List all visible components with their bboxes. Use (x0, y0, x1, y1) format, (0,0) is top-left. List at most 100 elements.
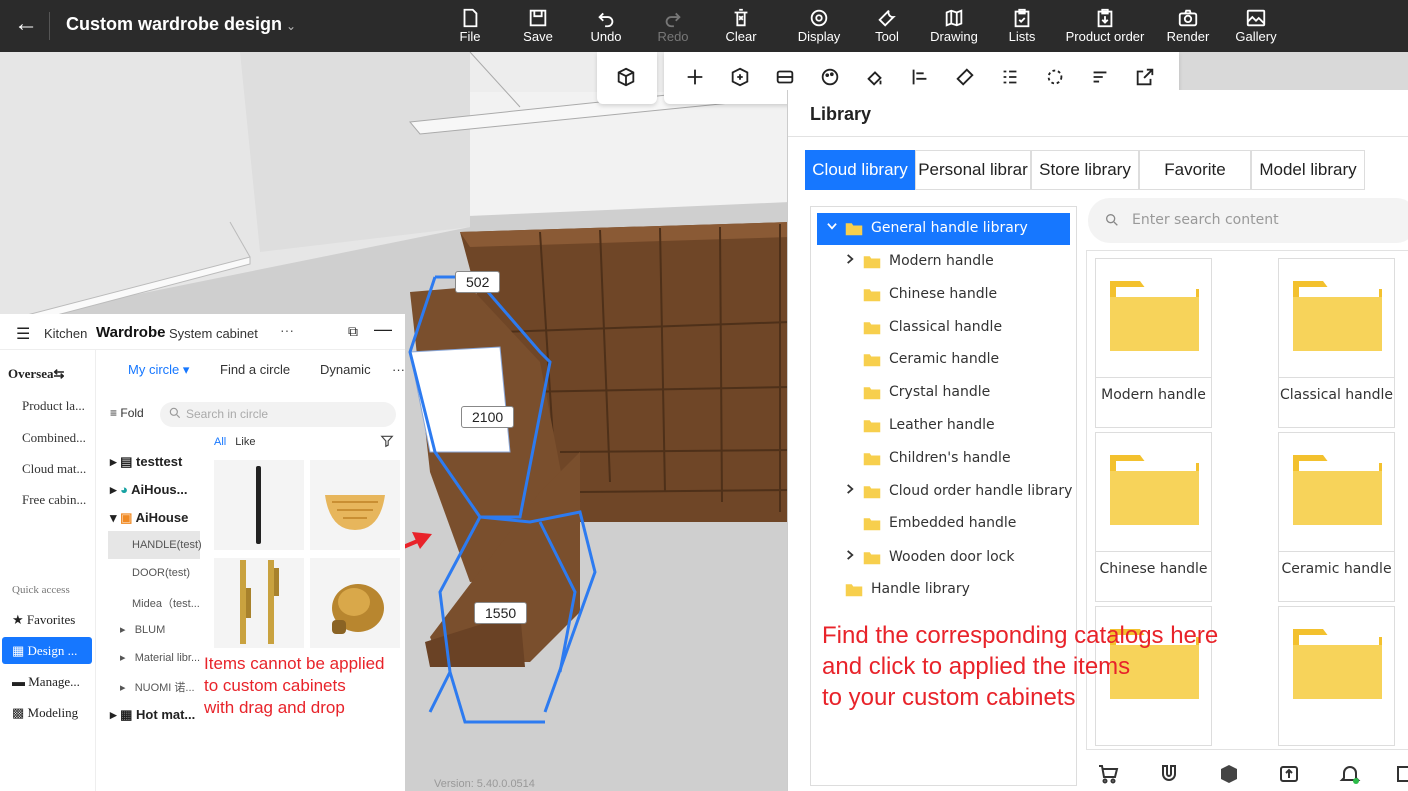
upload-icon[interactable] (1277, 762, 1303, 788)
cabinet-icon[interactable] (774, 66, 798, 90)
filter-all[interactable]: All (214, 436, 226, 448)
fold-button[interactable]: ≡ Fold (110, 406, 144, 420)
product-order-button[interactable]: Product order (1065, 4, 1145, 44)
tabs-more-icon[interactable]: ··· (392, 362, 405, 377)
category-crystal-handle[interactable]: Crystal handle (811, 377, 1076, 409)
tree-node-door-test[interactable]: DOOR(test) (108, 559, 200, 587)
category-modern-handle[interactable]: Modern handle (811, 246, 1076, 278)
sidebar-item-product-library[interactable]: Product la... (22, 398, 85, 414)
undo-button[interactable]: Undo (576, 4, 636, 44)
category-label: Ceramic handle (889, 351, 1000, 367)
dimension-label-depth[interactable]: 1550 (474, 602, 528, 624)
cart-icon[interactable] (1096, 762, 1122, 788)
tab-cloud-library[interactable]: Cloud library (805, 150, 915, 190)
handle-thumbnail-bar[interactable] (214, 460, 304, 550)
sidebar-item-cloud-material[interactable]: Cloud mat... (22, 461, 86, 477)
tree-node-testtest[interactable]: ▸ ▤ testtest (110, 454, 182, 470)
tab-personal-library[interactable]: Personal librar (915, 150, 1031, 190)
quick-item-design[interactable]: ▦ Design ... (2, 637, 92, 664)
save-button[interactable]: Save (508, 4, 568, 44)
panel-toggle-icon[interactable] (1394, 762, 1408, 788)
category-general-handle-library[interactable]: General handle library (817, 213, 1070, 245)
tab-dynamic[interactable]: Dynamic (320, 362, 371, 377)
tree-node-midea-test[interactable]: Midea（test... (108, 587, 200, 615)
tab-my-circle[interactable]: My circle ▾ (128, 362, 189, 378)
tab-kitchen[interactable]: Kitchen (44, 326, 87, 341)
tree-node-aihouse-1[interactable]: ▸ ◕ AiHous... (110, 482, 187, 498)
popout-icon[interactable]: ⧉ (348, 323, 358, 340)
tree-node-aihouse-2[interactable]: ▾ ▣ AiHouse (110, 510, 188, 526)
tab-model-library[interactable]: Model library (1251, 150, 1365, 190)
sidebar-item-free-cabinet[interactable]: Free cabin... (22, 492, 86, 508)
file-button[interactable]: File (440, 4, 500, 44)
sidebar-item-combined[interactable]: Combined... (22, 430, 86, 446)
category-ceramic-handle[interactable]: Ceramic handle (811, 344, 1076, 376)
category-leather-handle[interactable]: Leather handle (811, 410, 1076, 442)
tree-node-blum[interactable]: ▸ BLUM (120, 623, 165, 636)
list-icon[interactable] (999, 66, 1023, 90)
quick-item-favorites[interactable]: ★ Favorites (2, 606, 92, 633)
quick-item-manage[interactable]: ▬ Manage... (2, 668, 92, 695)
redo-button[interactable]: Redo (643, 4, 703, 44)
category-childrens-handle[interactable]: Children's handle (811, 443, 1076, 475)
handle-thumbnail-shell[interactable] (310, 460, 400, 550)
dimension-label-height[interactable]: 2100 (461, 406, 515, 428)
export-icon[interactable] (1134, 66, 1158, 90)
annotation-line: and click to applied the items (822, 653, 1131, 680)
drawing-label: Drawing (930, 29, 978, 44)
circle-search-input[interactable]: Search in circle (160, 402, 396, 427)
gallery-button[interactable]: Gallery (1226, 4, 1286, 44)
filter-list-icon[interactable] (1089, 66, 1113, 90)
region-switch[interactable]: Oversea⇆ (8, 366, 64, 382)
tree-node-nuomi[interactable]: ▸ NUOMI 诺... (120, 679, 195, 695)
category-embedded-handle[interactable]: Embedded handle (811, 508, 1076, 540)
add-icon[interactable] (684, 66, 708, 90)
align-icon[interactable] (909, 66, 933, 90)
paint-icon[interactable] (864, 66, 888, 90)
filter-like[interactable]: Like (235, 436, 255, 448)
drawing-button[interactable]: Drawing (924, 4, 984, 44)
category-chinese-handle[interactable]: Chinese handle (811, 279, 1076, 311)
handle-thumbnail-knob[interactable] (310, 558, 400, 648)
tree-node-material-library[interactable]: ▸ Material libr... (120, 651, 200, 664)
more-icon[interactable]: ··· (280, 322, 294, 338)
display-button[interactable]: Display (789, 4, 849, 44)
library-card-ceramic-handle[interactable]: Ceramic handle (1278, 432, 1395, 602)
ruler-icon[interactable] (954, 66, 978, 90)
library-card-chinese-handle[interactable]: Chinese handle (1095, 432, 1212, 602)
tab-system-cabinet[interactable]: System cabinet (169, 326, 258, 341)
tab-wardrobe[interactable]: Wardrobe (96, 324, 165, 341)
design-title[interactable]: Custom wardrobe design ⌄ (66, 14, 296, 35)
tab-find-circle[interactable]: Find a circle (220, 362, 290, 377)
quick-item-modeling[interactable]: ▩ Modeling (2, 699, 92, 726)
dimension-label-width[interactable]: 502 (455, 271, 501, 293)
tree-node-hot-material[interactable]: ▸ ▦ Hot mat... (110, 707, 195, 723)
tree-node-handle-test[interactable]: HANDLE(test) (108, 531, 202, 559)
category-classical-handle[interactable]: Classical handle (811, 312, 1076, 344)
handle-thumbnail-gold-bar[interactable] (214, 558, 304, 648)
tab-store-library[interactable]: Store library (1031, 150, 1139, 190)
notification-bell-icon[interactable] (1338, 762, 1364, 788)
tool-button[interactable]: Tool (857, 4, 917, 44)
library-card-classical-handle[interactable]: Classical handle (1278, 258, 1395, 428)
3d-view-icon[interactable] (615, 66, 639, 90)
magnet-icon[interactable] (1157, 762, 1183, 788)
menu-list-icon[interactable]: ☰ (16, 324, 30, 344)
render-button[interactable]: Render (1158, 4, 1218, 44)
category-handle-library[interactable]: Handle library (811, 574, 1076, 606)
library-card-partial-2[interactable] (1278, 606, 1395, 746)
box-icon[interactable] (1217, 762, 1243, 788)
category-cloud-order-handle-library[interactable]: Cloud order handle library (811, 476, 1076, 508)
lists-button[interactable]: Lists (992, 4, 1052, 44)
library-search-input[interactable]: Enter search content (1088, 198, 1408, 243)
minimize-icon[interactable]: — (374, 319, 392, 340)
tab-favorite[interactable]: Favorite (1139, 150, 1251, 190)
palette-icon[interactable] (819, 66, 843, 90)
cube-add-icon[interactable] (729, 66, 753, 90)
back-arrow-icon[interactable]: ← (14, 12, 38, 36)
path-icon[interactable] (1044, 66, 1068, 90)
category-wooden-door-lock[interactable]: Wooden door lock (811, 542, 1076, 574)
clear-button[interactable]: Clear (711, 4, 771, 44)
library-card-modern-handle[interactable]: Modern handle (1095, 258, 1212, 428)
filter-icon[interactable] (380, 434, 394, 448)
